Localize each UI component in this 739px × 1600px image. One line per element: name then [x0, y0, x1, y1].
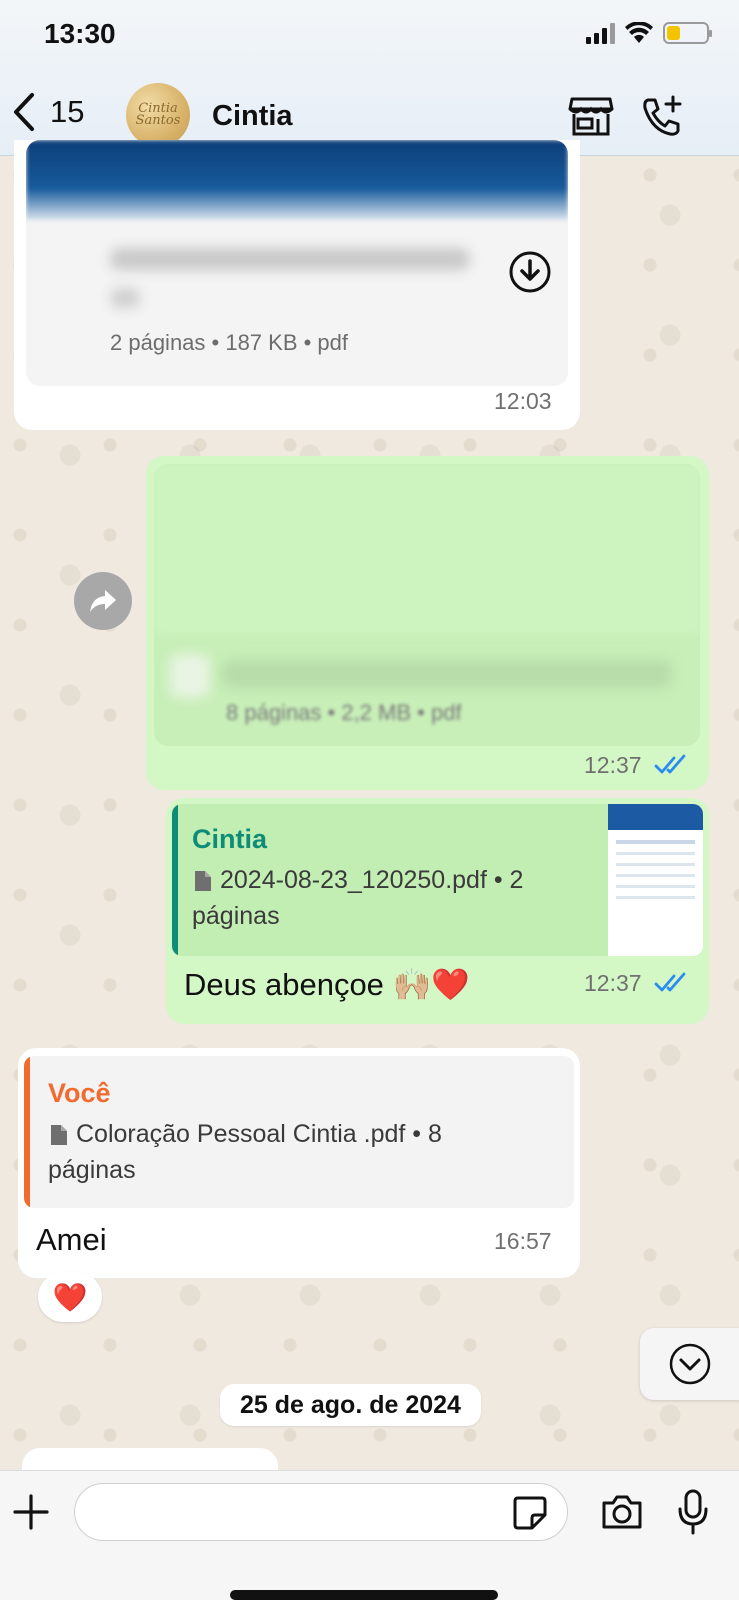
document-title-blurred	[110, 288, 140, 308]
message-time: 12:37	[584, 752, 642, 778]
forward-icon	[90, 590, 116, 612]
quote-author: Você	[48, 1078, 111, 1108]
quote-file-name: Coloração Pessoal Cintia .pdf • 8 página…	[48, 1120, 442, 1184]
message-input[interactable]	[74, 1483, 568, 1541]
wifi-icon	[625, 22, 653, 43]
status-time: 13:30	[44, 18, 116, 49]
chat-header: 13:30 15 Cintia Santos Cintia	[0, 0, 739, 156]
read-receipt-icon	[654, 972, 686, 992]
message-bubble-outgoing-reply[interactable]: Cintia 2024-08-23_120250.pdf • 2 páginas…	[166, 798, 709, 1024]
sticker-icon[interactable]	[512, 1495, 548, 1531]
message-composer	[0, 1470, 739, 1600]
contact-name[interactable]: Cintia	[212, 100, 293, 133]
cellular-signal-icon	[586, 22, 615, 44]
document-meta: 8 páginas • 2,2 MB • pdf	[226, 700, 462, 725]
file-icon-blurred	[170, 654, 210, 698]
quote-accent-bar	[172, 804, 178, 956]
download-icon[interactable]	[508, 250, 552, 294]
status-icons	[586, 22, 712, 44]
battery-icon	[663, 22, 712, 44]
document-preview[interactable]: 2 páginas • 187 KB • pdf	[26, 140, 568, 386]
quote-accent-bar	[24, 1056, 30, 1208]
read-receipt-icon	[654, 754, 686, 774]
back-button[interactable]: 15	[12, 92, 84, 132]
document-thumbnail	[154, 464, 700, 634]
message-time: 16:57	[494, 1228, 552, 1254]
quoted-message[interactable]: Você Coloração Pessoal Cintia .pdf • 8 p…	[24, 1056, 574, 1208]
avatar[interactable]: Cintia Santos	[126, 83, 190, 147]
message-text: Deus abençoe 🙌🏼❤️	[184, 967, 470, 1002]
document-title-blurred	[222, 660, 672, 688]
store-icon[interactable]	[568, 95, 614, 137]
document-thumbnail	[26, 140, 568, 220]
message-bubble-incoming-reply[interactable]: Você Coloração Pessoal Cintia .pdf • 8 p…	[18, 1048, 580, 1278]
chevron-down-icon	[669, 1343, 711, 1385]
reaction-emoji: ❤️	[52, 1281, 88, 1313]
add-call-icon[interactable]	[640, 95, 684, 137]
document-meta: 2 páginas • 187 KB • pdf	[110, 330, 349, 355]
quote-file-name: 2024-08-23_120250.pdf • 2 páginas	[192, 866, 524, 930]
avatar-text: Cintia Santos	[135, 101, 181, 128]
message-time: 12:37	[584, 970, 642, 996]
scroll-to-bottom-button[interactable]	[640, 1328, 739, 1400]
message-text: Amei	[36, 1222, 107, 1257]
message-reaction[interactable]: ❤️	[38, 1272, 102, 1322]
message-bubble-outgoing-document[interactable]: 8 páginas • 2,2 MB • pdf 12:37	[146, 456, 709, 790]
quote-author: Cintia	[192, 824, 268, 854]
date-separator: 25 de ago. de 2024	[220, 1384, 481, 1426]
quoted-message[interactable]: Cintia 2024-08-23_120250.pdf • 2 páginas	[172, 804, 703, 956]
forward-button[interactable]	[74, 572, 132, 630]
message-time: 12:03	[494, 388, 552, 414]
microphone-icon[interactable]	[676, 1489, 710, 1535]
message-bubble-incoming-document[interactable]: 2 páginas • 187 KB • pdf 12:03	[14, 140, 580, 430]
quote-thumbnail	[608, 804, 703, 956]
document-title-blurred	[110, 248, 470, 270]
document-preview[interactable]: 8 páginas • 2,2 MB • pdf	[154, 464, 700, 746]
home-indicator[interactable]	[230, 1590, 498, 1600]
camera-icon[interactable]	[600, 1493, 644, 1531]
unread-count: 15	[50, 94, 85, 129]
plus-icon[interactable]	[12, 1493, 50, 1531]
chevron-left-icon	[14, 93, 34, 131]
